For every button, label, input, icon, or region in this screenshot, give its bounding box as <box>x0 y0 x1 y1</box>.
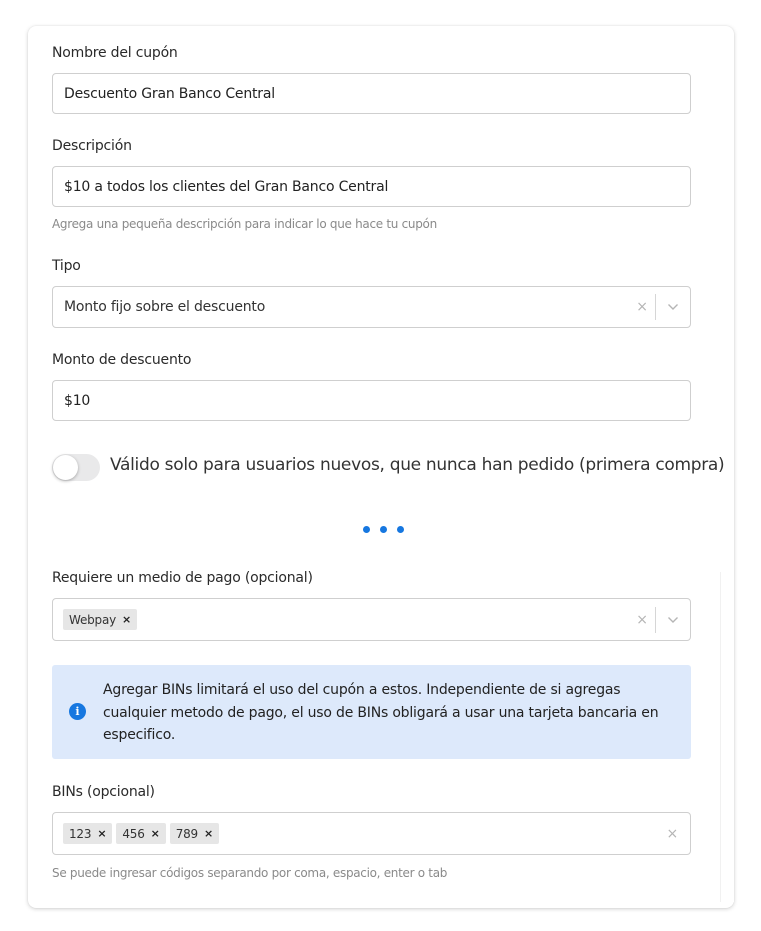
new-users-toggle-label: Válido solo para usuarios nuevos, que nu… <box>110 455 725 475</box>
payment-clear-icon[interactable]: × <box>629 612 655 628</box>
discount-amount-value: $10 <box>64 392 91 409</box>
bin-chip: 456 × <box>116 823 166 844</box>
chevron-down-icon[interactable] <box>656 616 690 624</box>
new-users-toggle[interactable] <box>52 454 100 481</box>
bin-chip: 789 × <box>169 823 220 844</box>
chip-label: Webpay <box>69 612 117 627</box>
chip-remove-icon[interactable]: × <box>151 827 160 840</box>
discount-amount-label: Monto de descuento <box>52 352 192 368</box>
chevron-down-icon[interactable] <box>656 303 690 311</box>
type-label: Tipo <box>52 258 81 274</box>
coupon-name-input[interactable]: Descuento Gran Banco Central <box>52 73 691 114</box>
payment-chip-webpay: Webpay × <box>63 609 138 630</box>
bins-info-text: Agregar BINs limitará el uso del cupón a… <box>103 682 659 743</box>
payment-method-label: Requiere un medio de pago (opcional) <box>52 570 313 586</box>
discount-amount-input[interactable]: $10 <box>52 380 691 421</box>
chip-remove-icon[interactable]: × <box>204 827 213 840</box>
bin-chip: 123 × <box>63 823 113 844</box>
bins-label: BINs (opcional) <box>52 784 155 800</box>
type-clear-icon[interactable]: × <box>629 299 655 315</box>
loading-dots-icon <box>363 526 404 533</box>
bins-info-alert: i Agregar BINs limitará el uso del cupón… <box>52 665 691 759</box>
description-label: Descripción <box>52 138 132 154</box>
bins-input[interactable]: 123 × 456 × 789 × × <box>52 812 691 855</box>
type-select[interactable]: Monto fijo sobre el descuento × <box>52 286 691 328</box>
bins-chips: 123 × 456 × 789 × <box>63 823 666 844</box>
chip-label: 123 <box>69 826 92 841</box>
chip-label: 789 <box>175 826 199 841</box>
description-value: $10 a todos los clientes del Gran Banco … <box>64 178 389 195</box>
description-input[interactable]: $10 a todos los clientes del Gran Banco … <box>52 166 691 207</box>
coupon-name-label: Nombre del cupón <box>52 45 178 61</box>
type-value: Monto fijo sobre el descuento <box>64 299 266 315</box>
chip-remove-icon[interactable]: × <box>122 613 131 626</box>
info-icon: i <box>69 703 86 720</box>
scroll-edge <box>720 572 734 902</box>
payment-method-select[interactable]: Webpay × × <box>52 598 691 641</box>
bins-clear-icon[interactable]: × <box>666 826 678 842</box>
description-hint: Agrega una pequeña descripción para indi… <box>52 217 437 231</box>
chip-label: 456 <box>122 826 145 841</box>
coupon-name-value: Descuento Gran Banco Central <box>64 85 275 102</box>
chip-remove-icon[interactable]: × <box>97 827 106 840</box>
bins-hint: Se puede ingresar códigos separando por … <box>52 866 448 880</box>
payment-method-chips: Webpay × <box>63 609 629 630</box>
toggle-knob <box>53 455 78 480</box>
